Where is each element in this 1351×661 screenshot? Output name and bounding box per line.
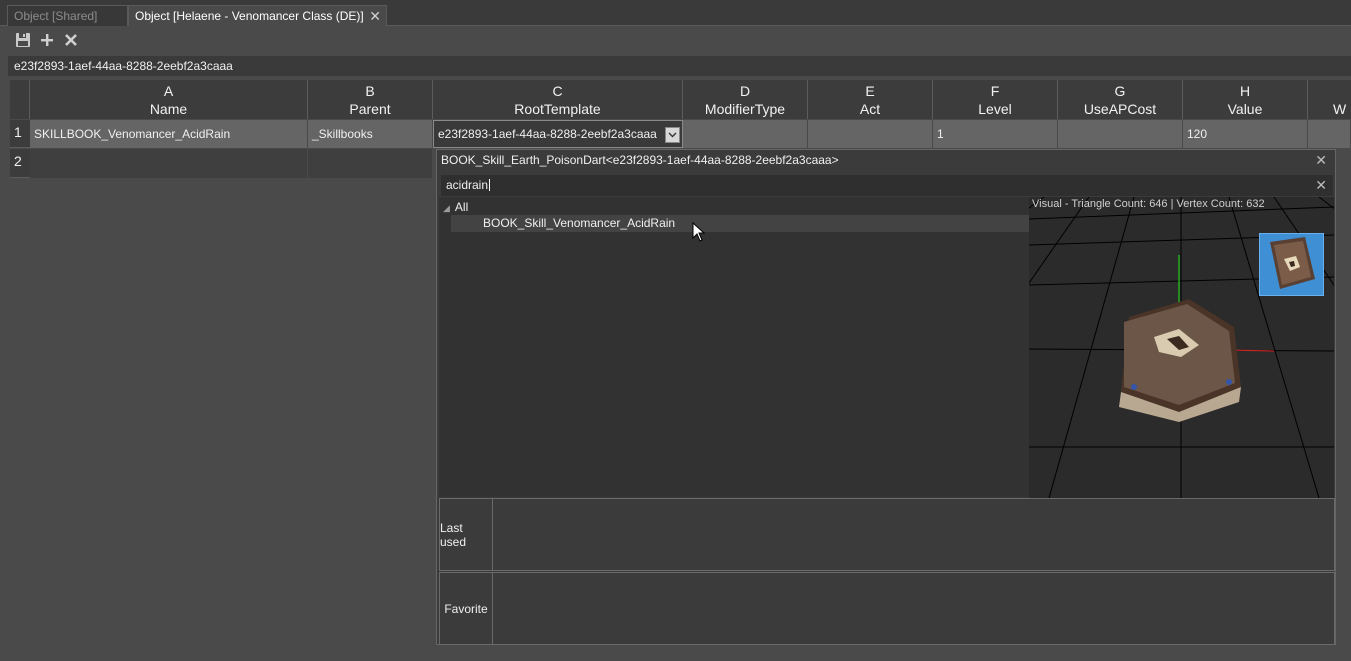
- column-header-act[interactable]: E Act: [808, 80, 933, 119]
- picker-title: BOOK_Skill_Earth_PoisonDart<e23f2893-1ae…: [437, 150, 1335, 172]
- table-cell-name[interactable]: SKILLBOOK_Venomancer_AcidRain: [30, 120, 308, 148]
- column-letter: [1333, 82, 1351, 100]
- section-label: Last used: [440, 499, 493, 570]
- table-cell-parent[interactable]: _Skillbooks: [308, 120, 433, 148]
- search-input[interactable]: acidrain ✕: [441, 175, 1333, 196]
- last-used-list[interactable]: [494, 499, 1334, 570]
- save-icon: [16, 33, 30, 47]
- column-title: Name: [149, 101, 188, 117]
- column-letter: H: [1239, 83, 1251, 99]
- column-title: UseAPCost: [1083, 101, 1157, 117]
- tab-object-helaene[interactable]: Object [Helaene - Venomancer Class (DE)]…: [128, 5, 387, 26]
- tab-strip: Object [Shared] Object [Helaene - Venoma…: [0, 0, 1351, 26]
- tab-label: Object [Helaene - Venomancer Class (DE)]: [135, 9, 364, 23]
- table-cell-parent[interactable]: [308, 149, 433, 178]
- row-number[interactable]: 1: [10, 120, 30, 148]
- toolbar: [0, 27, 1351, 55]
- book-thumbnail-icon: [1259, 233, 1324, 296]
- tree-item[interactable]: BOOK_Skill_Venomancer_AcidRain: [451, 215, 1029, 232]
- column-title: RootTemplate: [514, 101, 601, 117]
- table-cell-roottemplate[interactable]: e23f2893-1aef-44aa-8288-2eebf2a3caaa: [433, 120, 683, 148]
- save-button[interactable]: [13, 30, 33, 50]
- tab-object-shared[interactable]: Object [Shared]: [7, 5, 128, 26]
- chevron-down-icon: [668, 132, 677, 138]
- table-cell-level[interactable]: 1: [933, 120, 1058, 148]
- table-cell-useapcost[interactable]: [1058, 120, 1183, 148]
- column-header-useapcost[interactable]: G UseAPCost: [1058, 80, 1183, 119]
- text-caret: [489, 179, 491, 191]
- column-header-level[interactable]: F Level: [933, 80, 1058, 119]
- column-title: Level: [978, 101, 1012, 117]
- guid-field[interactable]: e23f2893-1aef-44aa-8288-2eebf2a3caaa: [8, 56, 1351, 76]
- column-header-value[interactable]: H Value: [1183, 80, 1308, 119]
- column-title: ModifierType: [704, 101, 786, 117]
- column-title: Value: [1227, 101, 1263, 117]
- expand-arrow-icon[interactable]: ◢: [443, 203, 450, 214]
- column-title: W: [1333, 101, 1347, 117]
- column-title: Parent: [349, 101, 391, 117]
- row-number[interactable]: 2: [10, 149, 30, 178]
- column-letter: D: [739, 83, 751, 99]
- favorite-section: Favorite: [439, 572, 1335, 645]
- table-cell-modifiertype[interactable]: [683, 120, 808, 148]
- tab-label: Object [Shared]: [14, 9, 98, 23]
- tree-node-label: All: [454, 200, 469, 214]
- close-icon[interactable]: ✕: [369, 6, 381, 26]
- column-title: Act: [859, 101, 881, 117]
- picker-title-text: BOOK_Skill_Earth_PoisonDart<e23f2893-1ae…: [441, 153, 839, 167]
- clear-search-icon[interactable]: ✕: [1315, 175, 1327, 196]
- root-template-picker: BOOK_Skill_Earth_PoisonDart<e23f2893-1ae…: [436, 149, 1336, 645]
- column-letter: B: [365, 83, 375, 99]
- column-header-name[interactable]: A Name: [30, 80, 308, 119]
- favorite-list[interactable]: [494, 573, 1334, 644]
- roottemplate-value: e23f2893-1aef-44aa-8288-2eebf2a3caaa: [438, 127, 657, 141]
- column-header-parent[interactable]: B Parent: [308, 80, 433, 119]
- column-header-roottemplate[interactable]: C RootTemplate: [433, 80, 683, 119]
- column-letter: G: [1114, 83, 1126, 99]
- table-cell-value[interactable]: 120: [1183, 120, 1308, 148]
- table-cell-act[interactable]: [808, 120, 933, 148]
- close-icon[interactable]: ✕: [1315, 150, 1327, 170]
- column-letter: F: [990, 83, 1000, 99]
- column-header-partial[interactable]: W: [1308, 80, 1351, 119]
- model-preview[interactable]: Visual - Triangle Count: 646 | Vertex Co…: [1029, 197, 1334, 498]
- mouse-cursor-icon: [692, 222, 706, 242]
- dropdown-button[interactable]: [665, 127, 680, 143]
- tree-node-all[interactable]: ◢ All: [443, 200, 468, 214]
- search-value: acidrain: [446, 178, 489, 192]
- table-cell-name[interactable]: [30, 149, 308, 178]
- column-letter: A: [163, 83, 174, 99]
- table-cell-partial[interactable]: [1308, 120, 1351, 148]
- preview-stats: Visual - Triangle Count: 646 | Vertex Co…: [1032, 198, 1265, 210]
- delete-icon: [65, 34, 77, 46]
- section-label: Favorite: [440, 573, 493, 644]
- column-header-modifiertype[interactable]: D ModifierType: [683, 80, 808, 119]
- grid-corner: [10, 80, 30, 119]
- add-icon: [41, 34, 53, 46]
- column-letter: E: [865, 83, 875, 99]
- last-used-section: Last used: [439, 498, 1335, 571]
- delete-button[interactable]: [61, 30, 81, 50]
- add-button[interactable]: [37, 30, 57, 50]
- column-letter: C: [552, 83, 563, 99]
- template-tree: ◢ All BOOK_Skill_Venomancer_AcidRain: [439, 197, 1029, 497]
